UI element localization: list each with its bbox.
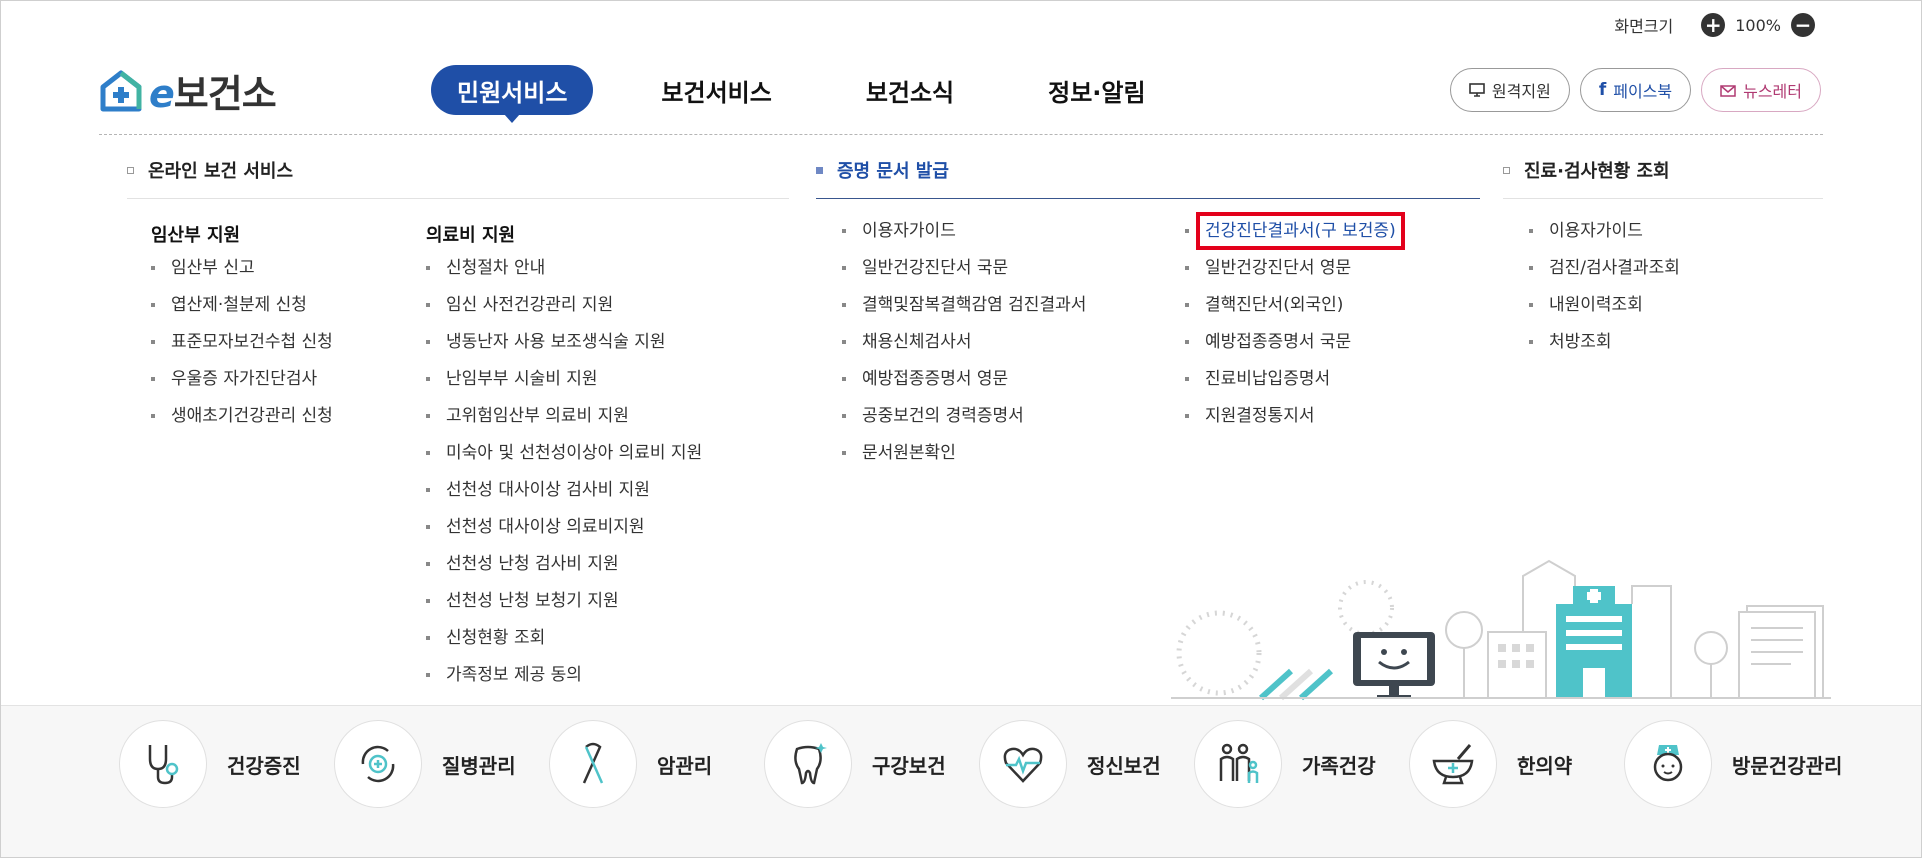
list-item[interactable]: 선천성 난청 검사비 지원 xyxy=(426,553,702,590)
list-item[interactable]: 임산부 신고 xyxy=(151,257,333,294)
list-item[interactable]: 검진/검사결과조회 xyxy=(1529,257,1680,294)
list-item[interactable]: 이용자가이드 xyxy=(842,220,1086,257)
list-item[interactable]: 신청절차 안내 xyxy=(426,257,702,294)
mail-icon xyxy=(1720,85,1736,97)
gnb-info-notice[interactable]: 정보·알림 xyxy=(1022,65,1171,115)
facebook-icon: f xyxy=(1598,80,1607,100)
main-navigation: 민원서비스 보건서비스 보건소식 정보·알림 xyxy=(431,65,1214,123)
list-item[interactable]: 예방접종증명서 국문 xyxy=(1185,331,1396,368)
list-item[interactable]: 결핵및잠복결핵감염 검진결과서 xyxy=(842,294,1086,331)
city-illustration xyxy=(1171,559,1831,701)
list-item[interactable]: 표준모자보건수첩 신청 xyxy=(151,331,333,368)
list-item[interactable]: 지원결정통지서 xyxy=(1185,405,1396,442)
list-item[interactable]: 결핵진단서(외국인) xyxy=(1185,294,1396,331)
gnb-civil-service[interactable]: 민원서비스 xyxy=(431,65,594,123)
list-item[interactable]: 채용신체검사서 xyxy=(842,331,1086,368)
list-item[interactable]: 선천성 난청 보청기 지원 xyxy=(426,590,702,627)
quick-oriental-medicine[interactable]: 한의약 xyxy=(1409,720,1624,808)
square-bullet-icon xyxy=(127,166,134,174)
list-item[interactable]: 문서원본확인 xyxy=(842,442,1086,479)
certificate-list-1: 이용자가이드 일반건강진단서 국문 결핵및잠복결핵감염 검진결과서 채용신체검사… xyxy=(842,220,1086,479)
quick-cancer-management[interactable]: 암관리 xyxy=(549,720,764,808)
list-item[interactable]: 임신 사전건강관리 지원 xyxy=(426,294,702,331)
stethoscope-icon xyxy=(148,745,179,785)
list-item[interactable]: 일반건강진단서 국문 xyxy=(842,257,1086,294)
group-title-medical-cost: 의료비 지원 xyxy=(426,225,516,246)
square-bullet-icon xyxy=(1503,166,1510,174)
square-bullet-icon xyxy=(816,166,823,174)
inquiry-title-underline xyxy=(1503,198,1823,199)
list-item[interactable]: 냉동난자 사용 보조생식술 지원 xyxy=(426,331,702,368)
quick-oral-health[interactable]: 구강보건 xyxy=(764,720,979,808)
quick-family-health[interactable]: 가족건강 xyxy=(1194,720,1409,808)
utility-buttons: 원격지원 f 페이스북 뉴스레터 xyxy=(1449,68,1821,112)
quick-health-promotion[interactable]: 건강증진 xyxy=(119,720,334,808)
list-item[interactable]: 공중보건의 경력증명서 xyxy=(842,405,1086,442)
monitor-icon xyxy=(1469,83,1485,97)
header-divider xyxy=(99,134,1823,135)
group-title-pregnant: 임산부 지원 xyxy=(151,225,241,246)
list-item[interactable]: 엽산제·철분제 신청 xyxy=(151,294,333,331)
list-item[interactable]: 신청현황 조회 xyxy=(426,627,702,664)
zoom-value: 100% xyxy=(1735,15,1781,35)
quick-mental-health[interactable]: 정신보건 xyxy=(979,720,1194,808)
zoom-label: 화면크기 xyxy=(1614,17,1674,36)
list-item[interactable]: 진료비납입증명서 xyxy=(1185,368,1396,405)
remote-support-button[interactable]: 원격지원 xyxy=(1449,68,1570,112)
list-item[interactable]: 생애초기건강관리 신청 xyxy=(151,405,333,442)
medical-cost-list: 신청절차 안내 임신 사전건강관리 지원 냉동난자 사용 보조생식술 지원 난임… xyxy=(426,257,702,701)
cancer-ribbon-icon xyxy=(582,742,604,784)
inquiry-list: 이용자가이드 검진/검사결과조회 내원이력조회 처방조회 xyxy=(1529,220,1680,368)
list-item[interactable]: 내원이력조회 xyxy=(1529,294,1680,331)
quick-disease-management[interactable]: 질병관리 xyxy=(334,720,549,808)
quick-menu-bar: 건강증진 질병관리 암관리 구강보건 정신보건 가족건강 한의약 방문건강관리 xyxy=(1,705,1921,857)
disease-care-icon xyxy=(361,745,395,783)
logo-text: e보건소 xyxy=(149,72,277,116)
list-item[interactable]: 고위험임산부 의료비 지원 xyxy=(426,405,702,442)
list-item[interactable]: 미숙아 및 선천성이상아 의료비 지원 xyxy=(426,442,702,479)
newsletter-button[interactable]: 뉴스레터 xyxy=(1701,68,1821,112)
family-icon xyxy=(1219,743,1259,783)
highlighted-link[interactable]: 건강진단결과서(구 보건증) xyxy=(1196,212,1405,250)
zoom-out-button[interactable]: − xyxy=(1791,13,1815,37)
list-item[interactable]: 일반건강진단서 영문 xyxy=(1185,257,1396,294)
tooth-icon xyxy=(794,743,827,785)
mortar-bowl-icon xyxy=(1432,744,1474,785)
menu-title-inquiry[interactable]: 진료·검사현황 조회 xyxy=(1503,157,1670,183)
list-item[interactable]: 난임부부 시술비 지원 xyxy=(426,368,702,405)
certificate-list-2: 건강진단결과서(구 보건증) 일반건강진단서 영문 결핵진단서(외국인) 예방접… xyxy=(1185,212,1405,442)
quick-visiting-health-care[interactable]: 방문건강관리 xyxy=(1624,720,1842,808)
menu-title-certificate[interactable]: 증명 문서 발급 xyxy=(816,157,949,183)
heart-pulse-icon xyxy=(1003,747,1043,783)
menu-title-online-service[interactable]: 온라인 보건 서비스 xyxy=(127,157,293,183)
zoom-control: 화면크기 + 100% − xyxy=(1614,13,1815,37)
list-item[interactable]: 선천성 대사이상 검사비 지원 xyxy=(426,479,702,516)
cert-title-underline xyxy=(816,198,1480,199)
gnb-health-news[interactable]: 보건소식 xyxy=(840,65,980,115)
facebook-button[interactable]: f 페이스북 xyxy=(1579,68,1692,112)
list-item[interactable]: 이용자가이드 xyxy=(1529,220,1680,257)
gnb-health-service[interactable]: 보건서비스 xyxy=(635,65,797,115)
pregnant-support-list: 임산부 신고 엽산제·철분제 신청 표준모자보건수첩 신청 우울증 자가진단검사… xyxy=(151,257,333,442)
list-item[interactable]: 예방접종증명서 영문 xyxy=(842,368,1086,405)
list-item[interactable]: 처방조회 xyxy=(1529,331,1680,368)
list-item[interactable]: 선천성 대사이상 의료비지원 xyxy=(426,516,702,553)
list-item[interactable]: 가족정보 제공 동의 xyxy=(426,664,702,701)
zoom-in-button[interactable]: + xyxy=(1701,13,1726,37)
house-plus-icon xyxy=(100,70,142,111)
list-item-health-certificate[interactable]: 건강진단결과서(구 보건증) xyxy=(1185,212,1405,257)
list-item[interactable]: 우울증 자가진단검사 xyxy=(151,368,333,405)
site-logo[interactable]: e보건소 xyxy=(99,63,277,118)
nurse-icon xyxy=(1653,745,1683,782)
online-title-underline xyxy=(127,198,789,199)
